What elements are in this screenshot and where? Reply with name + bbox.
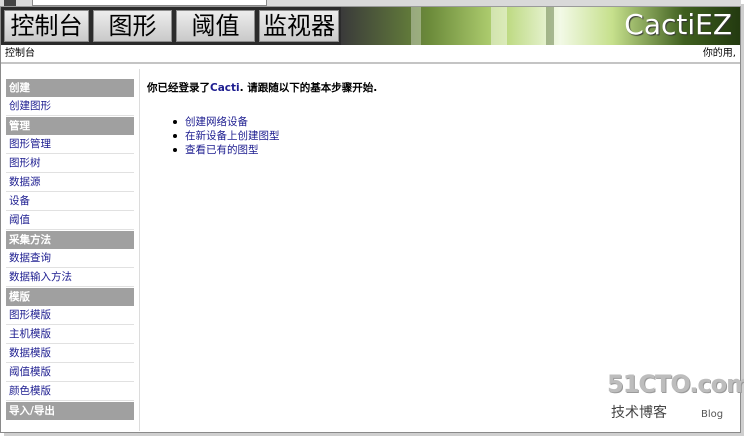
banner-stripe — [546, 7, 554, 45]
watermark-logo: 51CTO.com — [607, 370, 744, 398]
tab-thresholds[interactable]: 阈值 — [176, 10, 255, 42]
banner-stripe — [411, 7, 421, 45]
browser-toolbar-remnant — [0, 0, 741, 7]
step-create-device-link[interactable]: 创建网络设备 — [173, 115, 727, 129]
sidebar-item-thresholds[interactable]: 阈值 — [6, 212, 134, 230]
site-watermark: 51CTO.com 技术博客 Blog — [597, 370, 744, 430]
sidebar-item-color-templates[interactable]: 颜色模版 — [6, 383, 134, 401]
top-navigation-bar: 控制台 图形 阈值 监视器 CactiEZ — [1, 7, 740, 45]
breadcrumb-current: 控制台 — [5, 48, 35, 59]
sidebar-item-devices[interactable]: 设备 — [6, 193, 134, 211]
step-view-graphs-link[interactable]: 查看已有的图型 — [173, 143, 727, 157]
sidebar-item-threshold-templates[interactable]: 阈值模版 — [6, 364, 134, 382]
address-field[interactable] — [32, 0, 267, 6]
sidebar-item-data-sources[interactable]: 数据源 — [6, 174, 134, 192]
sidebar-header-create: 创建 — [6, 79, 134, 97]
sidebar-item-data-templates[interactable]: 数据模版 — [6, 345, 134, 363]
watermark-blog: Blog — [701, 409, 724, 420]
sidebar-item-graph-tree[interactable]: 图形树 — [6, 155, 134, 173]
sidebar-header-import-export: 导入/导出 — [6, 402, 134, 420]
sidebar-menu: 创建 创建图形 管理 图形管理 图形树 数据源 设备 阈值 采集方法 数据查询 … — [6, 79, 134, 433]
tab-monitor[interactable]: 监视器 — [259, 10, 339, 42]
brand-banner: CactiEZ — [341, 7, 740, 45]
sidebar-header-management: 管理 — [6, 117, 134, 135]
welcome-app-name: Cacti — [210, 82, 240, 94]
sidebar-item-graph-templates[interactable]: 图形模版 — [6, 307, 134, 325]
main-content: 你已经登录了Cacti. 请跟随以下的基本步骤开始. 创建网络设备 在新设备上创… — [147, 79, 727, 157]
welcome-prefix: 你已经登录了 — [147, 82, 210, 94]
toolbar-icon — [4, 0, 16, 6]
welcome-message: 你已经登录了Cacti. 请跟随以下的基本步骤开始. — [147, 79, 727, 97]
cactiez-logo: CactiEZ — [624, 8, 732, 41]
user-status-text: 你的用, — [702, 48, 736, 59]
sidebar-header-templates: 模版 — [6, 288, 134, 306]
sidebar-divider — [139, 69, 140, 431]
sidebar-item-data-queries[interactable]: 数据查询 — [6, 250, 134, 268]
sidebar-item-graph-management[interactable]: 图形管理 — [6, 136, 134, 154]
breadcrumb: 控制台 你的用, — [1, 45, 740, 64]
watermark-subtitle: 技术博客 — [611, 405, 667, 421]
tab-console[interactable]: 控制台 — [4, 10, 89, 42]
sidebar-item-data-input-methods[interactable]: 数据输入方法 — [6, 269, 134, 287]
step-create-graph-link[interactable]: 在新设备上创建图型 — [173, 129, 727, 143]
welcome-suffix: . 请跟随以下的基本步骤开始. — [239, 82, 378, 94]
sidebar-item-host-templates[interactable]: 主机模版 — [6, 326, 134, 344]
getting-started-steps: 创建网络设备 在新设备上创建图型 查看已有的图型 — [147, 115, 727, 157]
sidebar-item-create-graph[interactable]: 创建图形 — [6, 98, 134, 116]
tab-graphs[interactable]: 图形 — [93, 10, 172, 42]
sidebar-header-collection-methods: 采集方法 — [6, 231, 134, 249]
banner-stripe — [491, 7, 507, 45]
